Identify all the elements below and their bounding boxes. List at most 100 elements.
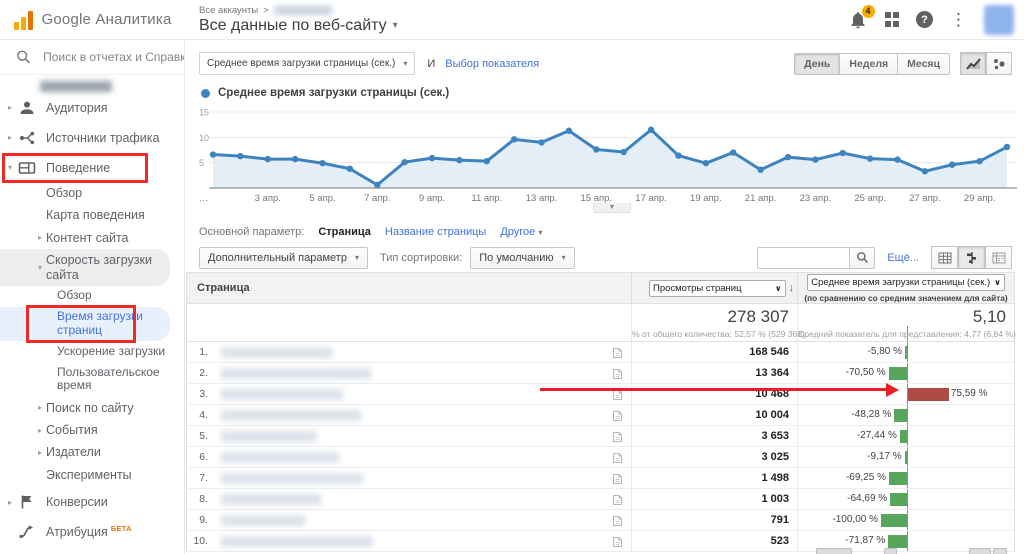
sidebar-item-discover[interactable]: Рекомендуем bbox=[0, 548, 184, 554]
comparison-bar-good bbox=[889, 472, 907, 485]
caret-down-icon: ∨ bbox=[994, 278, 1001, 287]
pagination-stub[interactable] bbox=[816, 548, 852, 554]
expand-arrow-icon[interactable]: ▸ bbox=[4, 133, 16, 142]
dimension-tab-other[interactable]: Другое ▾ bbox=[500, 226, 542, 238]
top-header: Google Аналитика Все аккаунты > Все данн… bbox=[0, 0, 1024, 40]
open-page-link-icon[interactable] bbox=[612, 494, 623, 506]
expand-arrow-icon[interactable]: ▾ bbox=[34, 263, 46, 272]
sidebar-item-behavior[interactable]: ▾Поведение bbox=[0, 154, 184, 182]
sidebar-item-label: Контент сайта bbox=[46, 231, 129, 245]
pivot-view-button[interactable] bbox=[985, 246, 1012, 269]
open-page-link-icon[interactable] bbox=[612, 347, 623, 359]
table-row: 7.1 498-69,25 % bbox=[187, 468, 1014, 489]
open-page-link-icon[interactable] bbox=[612, 431, 623, 443]
expand-arrow-icon[interactable]: ▸ bbox=[4, 498, 16, 507]
sort-type-dropdown[interactable]: По умолчанию ▾ bbox=[470, 247, 574, 269]
pct-change-label: -5,80 % bbox=[868, 346, 902, 357]
sidebar-item-site-search[interactable]: ▸Поиск по сайту bbox=[0, 397, 184, 419]
sidebar-item-behavior-overview[interactable]: Обзор bbox=[0, 182, 184, 204]
help-button[interactable]: ? bbox=[916, 11, 933, 28]
table-grid-icon bbox=[938, 252, 952, 264]
sidebar-item-page-timings[interactable]: Время загрузки страниц bbox=[0, 307, 170, 342]
open-page-link-icon[interactable] bbox=[612, 536, 623, 548]
motion-chart-view-button[interactable] bbox=[986, 52, 1012, 75]
open-page-link-icon[interactable] bbox=[612, 473, 623, 485]
sidebar-item-experiments[interactable]: Эксперименты bbox=[0, 464, 184, 486]
sidebar-item-speed-suggestions[interactable]: Ускорение загрузки bbox=[0, 341, 184, 362]
open-page-link-icon[interactable] bbox=[612, 368, 623, 380]
ga-logo[interactable]: Google Аналитика bbox=[0, 0, 185, 39]
avg-column-select[interactable]: Среднее время загрузки страницы (сек.) ∨ bbox=[807, 274, 1004, 291]
sidebar-item-user-timings[interactable]: Пользовательское время bbox=[0, 362, 184, 397]
table-search-button[interactable] bbox=[849, 247, 875, 269]
data-view-button[interactable] bbox=[931, 246, 958, 269]
page-url-cell[interactable] bbox=[213, 363, 631, 383]
total-pageviews-subtext: % от общего количества: 52,57 % (529 368… bbox=[632, 329, 789, 339]
expand-arrow-icon[interactable]: ▸ bbox=[4, 103, 16, 112]
pagination-stub[interactable] bbox=[969, 548, 991, 554]
sidebar-item-audience[interactable]: ▸Аудитория bbox=[0, 94, 184, 122]
page-url-cell[interactable] bbox=[213, 447, 631, 467]
pagination-stub[interactable] bbox=[993, 548, 1007, 554]
pagination-stub[interactable] bbox=[884, 548, 897, 554]
granularity-день[interactable]: День bbox=[794, 53, 840, 75]
expand-arrow-icon[interactable]: ▾ bbox=[4, 163, 16, 172]
sort-descending-icon[interactable]: ↓ bbox=[789, 282, 795, 294]
open-page-link-icon[interactable] bbox=[612, 452, 623, 464]
page-url-cell[interactable] bbox=[213, 342, 631, 362]
sidebar-search[interactable]: Поиск в отчетах и Справке bbox=[0, 40, 184, 75]
sidebar-item-label: Обзор bbox=[46, 186, 82, 200]
page-url-cell[interactable] bbox=[213, 489, 631, 509]
table-row: 9.791-100,00 % bbox=[187, 510, 1014, 531]
add-metric-link[interactable]: Выбор показателя bbox=[445, 58, 539, 70]
pageviews-cell: 3 653 bbox=[631, 426, 797, 446]
overflow-menu-button[interactable]: ⋮ bbox=[950, 11, 967, 28]
open-page-link-icon[interactable] bbox=[612, 515, 623, 527]
sidebar-item-site-content[interactable]: ▸Контент сайта bbox=[0, 227, 184, 249]
dimension-tab-page-title[interactable]: Название страницы bbox=[385, 226, 486, 238]
sidebar-item-site-speed[interactable]: ▾Скорость загрузки сайта bbox=[0, 249, 170, 286]
granularity-неделя[interactable]: Неделя bbox=[840, 53, 898, 75]
sidebar-item-behavior-flow[interactable]: Карта поведения bbox=[0, 204, 184, 226]
sidebar-item-acquisition[interactable]: ▸Источники трафика bbox=[0, 124, 184, 152]
page-url-cell[interactable] bbox=[213, 405, 631, 425]
more-link[interactable]: Ещё... bbox=[887, 252, 919, 264]
expand-arrow-icon[interactable]: ▸ bbox=[34, 426, 46, 435]
sidebar-item-publisher[interactable]: ▸Издатели bbox=[0, 441, 184, 463]
dimension-tab-page[interactable]: Страница bbox=[318, 226, 371, 238]
load-time-comparison-cell: -5,80 % bbox=[797, 342, 1014, 362]
row-number: 10. bbox=[187, 535, 213, 547]
open-page-link-icon[interactable] bbox=[612, 410, 623, 422]
line-chart-view-button[interactable] bbox=[960, 52, 986, 75]
chart-collapse-tab[interactable]: ▼ bbox=[593, 203, 631, 213]
page-url-cell[interactable] bbox=[213, 531, 631, 551]
breadcrumb[interactable]: Все аккаунты > bbox=[199, 5, 398, 16]
svg-text:11 апр.: 11 апр. bbox=[471, 193, 502, 204]
sidebar-item-conversions[interactable]: ▸Конверсии bbox=[0, 488, 184, 516]
sidebar-item-label: Пользовательское время bbox=[57, 366, 175, 394]
timeseries-chart[interactable]: 51015…3 апр.5 апр.7 апр.9 апр.11 апр.13 … bbox=[197, 102, 1017, 204]
views-column-select[interactable]: Просмотры страниц ∨ bbox=[649, 280, 786, 297]
secondary-dimension-dropdown[interactable]: Дополнительный параметр ▾ bbox=[199, 247, 368, 269]
expand-arrow-icon[interactable]: ▸ bbox=[34, 403, 46, 412]
expand-arrow-icon[interactable]: ▸ bbox=[34, 233, 46, 242]
page-url-blurred bbox=[221, 389, 343, 400]
page-url-cell[interactable] bbox=[213, 510, 631, 530]
page-url-blurred bbox=[221, 347, 333, 358]
apps-grid-button[interactable] bbox=[885, 12, 900, 27]
sidebar-item-attribution[interactable]: АтрибуцияБЕТА bbox=[0, 518, 184, 546]
expand-arrow-icon[interactable]: ▸ bbox=[34, 448, 46, 457]
sidebar-item-events[interactable]: ▸События bbox=[0, 419, 184, 441]
property-view-selector[interactable]: Все данные по веб-сайту ▾ bbox=[199, 17, 398, 35]
page-url-cell[interactable] bbox=[213, 384, 631, 404]
sidebar-item-speed-overview[interactable]: Обзор bbox=[0, 286, 184, 307]
notifications-button[interactable]: 4 bbox=[848, 10, 868, 30]
column-header-page[interactable]: Страница bbox=[187, 282, 631, 294]
avatar[interactable] bbox=[984, 5, 1014, 35]
comparison-view-button[interactable] bbox=[958, 246, 985, 269]
page-url-cell[interactable] bbox=[213, 468, 631, 488]
load-time-comparison-cell: -69,25 % bbox=[797, 468, 1014, 488]
page-url-cell[interactable] bbox=[213, 426, 631, 446]
metric-selector-dropdown[interactable]: Среднее время загрузки страницы (сек.) ▾ bbox=[199, 52, 415, 75]
granularity-месяц[interactable]: Месяц bbox=[898, 53, 950, 75]
